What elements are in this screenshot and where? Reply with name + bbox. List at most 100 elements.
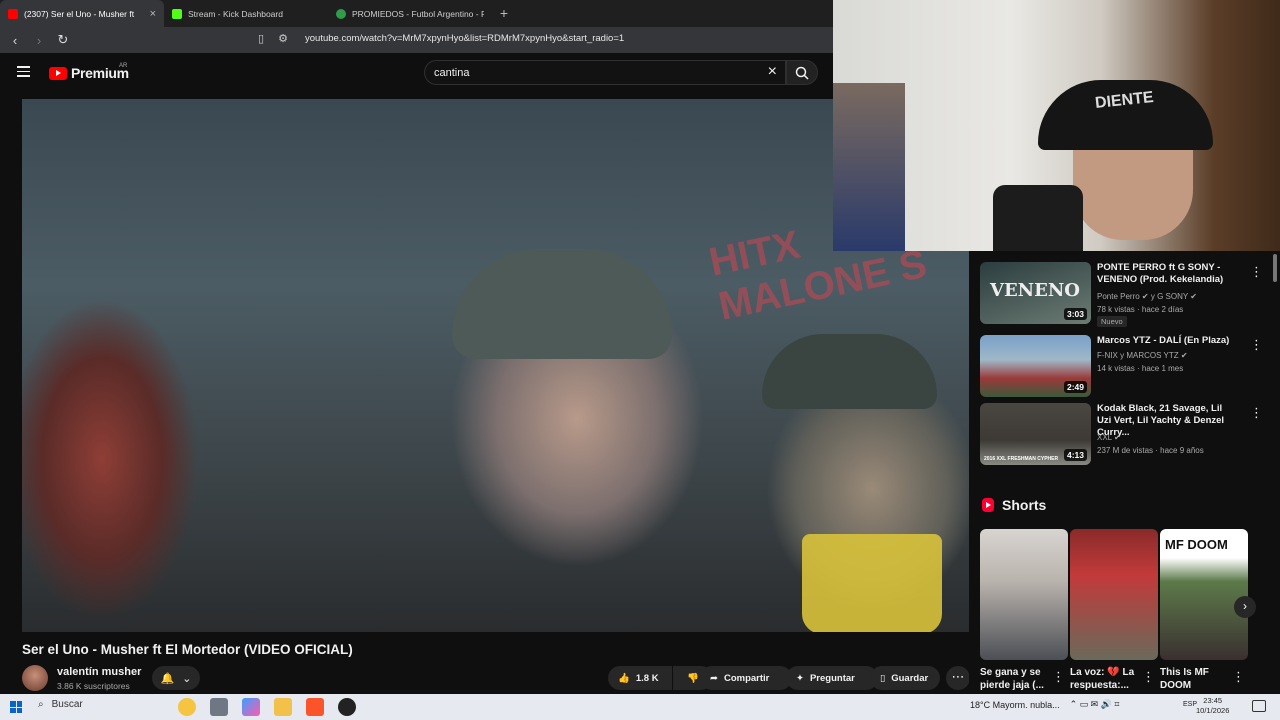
youtube-premium-logo[interactable]: Premium AR [49,63,129,81]
sidebar-recommendations: VENENO 3:03 PONTE PERRO ft G SONY - VENE… [969,251,1280,694]
thumbnail-text: VENENO [990,280,1080,301]
recommended-video[interactable]: 2016 XXL FRESHMAN CYPHER 4:13 Kodak Blac… [980,403,1270,469]
notifications-button[interactable]: 🔔 ⌄ [152,666,200,690]
tray-icons[interactable]: ⌃ ▭ ✉ 🔊 ⌗ [1070,699,1120,710]
url-field[interactable]: youtube.com/watch?v=MrM7xpynHyo&list=RDM… [305,33,624,44]
shorts-heading: Shorts [1002,497,1047,513]
recommended-title[interactable]: PONTE PERRO ft G SONY - VENENO (Prod. Ke… [1097,262,1239,286]
short-caption[interactable]: This Is MF DOOM [1160,666,1236,692]
short-caption[interactable]: La voz: 💔 La respuesta:... [1070,666,1146,692]
tab-title: (2307) Ser el Uno - Musher ft [24,8,135,19]
channel-avatar[interactable] [22,665,48,691]
language-indicator[interactable]: ESP [1183,701,1197,708]
kebab-menu-icon[interactable]: ⋮ [1250,264,1263,280]
taskbar-apps [178,698,356,716]
sidebar-scrollbar[interactable] [1273,254,1277,282]
notifications-icon[interactable] [1252,700,1266,712]
more-actions-button[interactable]: ⋯ [946,666,970,690]
shorts-next-button[interactable]: › [1234,596,1256,618]
short-thumbnail[interactable] [1070,529,1158,660]
recommended-channel[interactable]: F-NIX y MARCOS YTZ ✔ [1097,351,1188,360]
recommended-video[interactable]: 2:49 Marcos YTZ - DALÍ (En Plaza) F-NIX … [980,335,1270,401]
youtube-favicon-icon [8,8,18,19]
windows-start-icon[interactable] [10,701,22,713]
reload-icon[interactable]: ↻ [56,32,70,48]
video-scene-cap [762,334,937,409]
clock-time: 23:45 [1203,696,1223,705]
webcam-overlay: DIENTE [833,0,1280,251]
obs-icon[interactable] [338,698,356,716]
tab-kick[interactable]: Stream - Kick Dashboard [164,0,328,27]
site-info-icon[interactable]: ⚙ [278,32,288,45]
search-button[interactable] [786,60,818,85]
video-thumbnail[interactable]: VENENO 3:03 [980,262,1091,324]
like-count: 1.8 K [635,672,659,684]
bookmark-icon: ▯ [880,672,886,684]
video-player[interactable]: HITX MALONE S [22,99,969,632]
taskbar-search[interactable]: ⌕ Buscar [38,699,83,710]
short-caption[interactable]: Se gana y se pierde jaja (... [980,666,1056,692]
kebab-menu-icon[interactable]: ⋮ [1142,669,1155,685]
clock[interactable]: 23:45 10/1/2026 [1196,696,1229,716]
kebab-menu-icon[interactable]: ⋮ [1250,405,1263,421]
video-duration: 2:49 [1063,381,1087,393]
ask-label: Preguntar [809,672,855,684]
recommended-channel[interactable]: Ponte Perro ✔ y G SONY ✔ [1097,292,1197,301]
recommended-title[interactable]: Marcos YTZ - DALÍ (En Plaza) [1097,335,1239,347]
country-code: AR [119,63,128,69]
copilot-app-icon[interactable] [242,698,260,716]
video-thumbnail[interactable]: 2:49 [980,335,1091,397]
channel-name[interactable]: valentín musher [57,666,141,678]
share-label: Compartir [723,672,770,684]
short-thumbnail[interactable]: MF DOOM [1160,529,1248,660]
short-label: MF DOOM [1165,537,1228,552]
save-button[interactable]: ▯ Guardar [870,666,940,690]
windows-taskbar: ⌕ Buscar 18°C Mayorm. nubla... ⌃ ▭ ✉ 🔊 ⌗… [0,694,1280,720]
recommended-video[interactable]: VENENO 3:03 PONTE PERRO ft G SONY - VENE… [980,262,1270,328]
forward-icon[interactable]: › [32,33,46,48]
tab-title: PROMIEDOS - Futbol Argentino - Fix [352,8,484,19]
close-tab-icon[interactable]: × [150,8,156,20]
kebab-menu-icon[interactable]: ⋮ [1052,669,1065,685]
tab-youtube[interactable]: (2307) Ser el Uno - Musher ft × [0,0,164,27]
task-view-icon[interactable] [210,698,228,716]
bookmark-icon[interactable]: ▯ [258,32,264,45]
brave-browser-icon[interactable] [306,698,324,716]
tab-title: Stream - Kick Dashboard [188,8,283,19]
weather-widget[interactable]: 18°C Mayorm. nubla... [970,700,1060,710]
like-button[interactable]: 👍 1.8 K [608,666,672,690]
kebab-menu-icon[interactable]: ⋮ [1232,669,1245,685]
streamer-hat [1038,80,1213,150]
menu-icon[interactable] [17,66,30,77]
new-tab-button[interactable]: + [492,0,516,27]
youtube-play-icon [49,66,67,80]
clear-search-icon[interactable]: × [768,63,777,81]
video-scene-cup [802,534,942,632]
search-query: cantina [434,67,470,79]
clock-date: 10/1/2026 [1196,706,1230,715]
chevron-down-icon: ⌄ [182,672,192,685]
back-icon[interactable]: ‹ [8,33,22,48]
save-label: Guardar [891,672,929,684]
recommended-channel[interactable]: XXL ✔ [1097,433,1121,442]
subscriber-count: 3.86 K suscriptores [57,681,130,691]
recommended-meta: 14 k vistas · hace 1 mes [1097,364,1184,373]
thumbs-down-icon: 👎 [687,672,699,684]
taskbar-search-label: Buscar [51,699,83,710]
shorts-header: Shorts [982,497,1046,513]
video-thumbnail[interactable]: 2016 XXL FRESHMAN CYPHER 4:13 [980,403,1091,465]
short-thumbnail[interactable] [980,529,1068,660]
search-input[interactable]: cantina × [424,60,786,85]
tab-promiedos[interactable]: PROMIEDOS - Futbol Argentino - Fix [328,0,492,27]
kebab-menu-icon[interactable]: ⋮ [1250,337,1263,353]
recommended-meta: 237 M de vistas · hace 9 años [1097,446,1204,455]
video-duration: 3:03 [1063,308,1087,320]
thumbs-up-icon: 👍 [618,672,630,684]
video-scene-cap [452,249,672,359]
share-button[interactable]: ➦ Compartir [700,666,792,690]
copilot-icon[interactable] [178,698,196,716]
file-explorer-icon[interactable] [274,698,292,716]
ask-button[interactable]: ✦ Preguntar [786,666,878,690]
shorts-icon [982,498,994,512]
system-tray: 18°C Mayorm. nubla... ⌃ ▭ ✉ 🔊 ⌗ [970,699,1120,710]
